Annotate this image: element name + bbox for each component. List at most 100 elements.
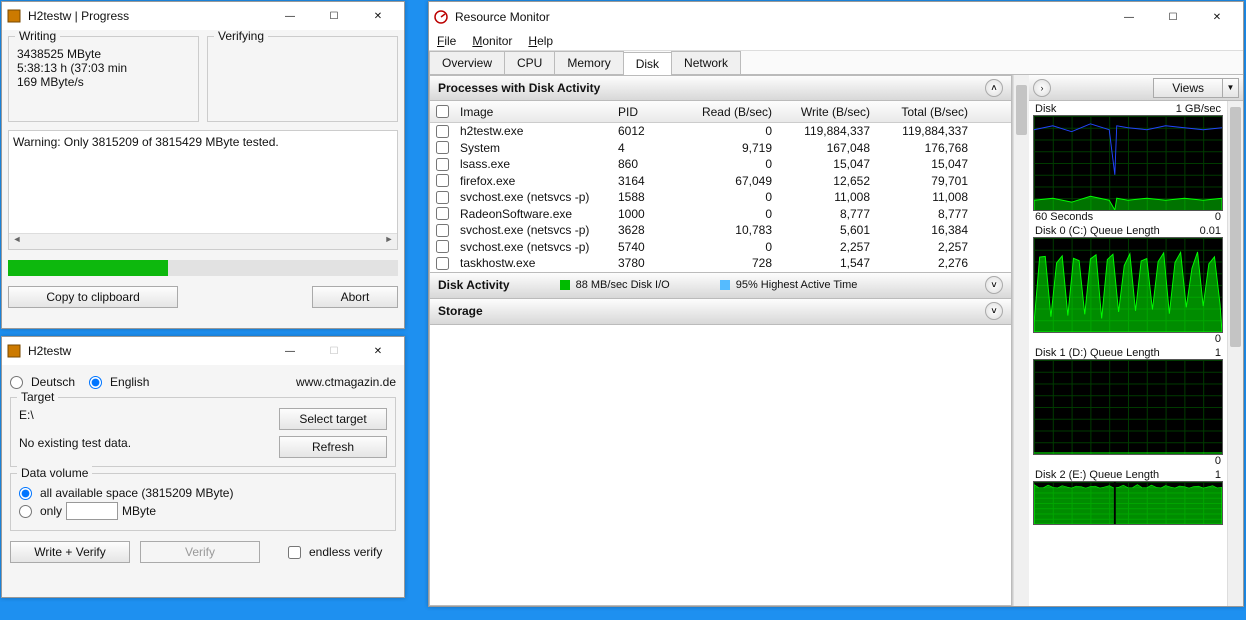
minimize-button[interactable]: — bbox=[1107, 3, 1151, 31]
table-row[interactable]: svchost.exe (netsvcs -p)362810,7835,6011… bbox=[430, 222, 1011, 239]
storage-panel-body bbox=[429, 325, 1012, 607]
cell-image: firefox.exe bbox=[454, 174, 612, 188]
chart-label: Disk bbox=[1035, 103, 1056, 115]
progress-window: H2testw | Progress — ☐ ✕ Writing 3438525… bbox=[1, 1, 405, 329]
res-titlebar[interactable]: Resource Monitor — ☐ ✕ bbox=[429, 2, 1243, 32]
cell-pid: 6012 bbox=[612, 124, 680, 138]
close-button[interactable]: ✕ bbox=[1195, 3, 1239, 31]
storage-panel-header[interactable]: Storage ˅ bbox=[429, 299, 1012, 325]
chart: Disk 1 (D:) Queue Length10 bbox=[1033, 347, 1223, 467]
chevron-right-icon[interactable]: › bbox=[1033, 79, 1051, 97]
close-button[interactable]: ✕ bbox=[356, 337, 400, 365]
cell-total: 79,701 bbox=[876, 174, 974, 188]
close-button[interactable]: ✕ bbox=[356, 2, 400, 30]
website-link[interactable]: www.ctmagazin.de bbox=[296, 375, 396, 389]
maximize-button[interactable]: ☐ bbox=[312, 2, 356, 30]
lang-deutsch-radio[interactable]: Deutsch bbox=[10, 375, 75, 389]
endless-verify-checkbox[interactable]: endless verify bbox=[288, 545, 382, 559]
legend-io-label: 88 MB/sec Disk I/O bbox=[576, 279, 670, 291]
cell-total: 176,768 bbox=[876, 141, 974, 155]
horizontal-scrollbar[interactable]: ◄ ► bbox=[9, 233, 397, 249]
minimize-button[interactable]: — bbox=[268, 2, 312, 30]
cell-pid: 5740 bbox=[612, 240, 680, 254]
maximize-button[interactable]: ☐ bbox=[1151, 3, 1195, 31]
target-group: Target E:\ No existing test data. Select… bbox=[10, 397, 396, 467]
abort-button[interactable]: Abort bbox=[312, 286, 398, 308]
row-checkbox[interactable] bbox=[436, 207, 449, 220]
cell-pid: 1588 bbox=[612, 190, 680, 204]
scroll-left-icon[interactable]: ◄ bbox=[9, 234, 25, 249]
res-title: Resource Monitor bbox=[455, 10, 1107, 24]
cell-image: RadeonSoftware.exe bbox=[454, 207, 612, 221]
cell-pid: 3628 bbox=[612, 223, 680, 237]
side-scrollbar[interactable] bbox=[1227, 101, 1243, 606]
table-row[interactable]: RadeonSoftware.exe100008,7778,777 bbox=[430, 206, 1011, 223]
row-checkbox[interactable] bbox=[436, 224, 449, 237]
chart: Disk1 GB/sec60 Seconds0 bbox=[1033, 103, 1223, 223]
scrollbar-thumb[interactable] bbox=[1016, 85, 1027, 135]
col-total[interactable]: Total (B/sec) bbox=[876, 105, 974, 119]
writing-mbyte: 3438525 MByte bbox=[17, 47, 190, 61]
row-checkbox[interactable] bbox=[436, 191, 449, 204]
vertical-scrollbar[interactable] bbox=[1013, 75, 1029, 606]
tab-memory[interactable]: Memory bbox=[554, 51, 623, 74]
tab-disk[interactable]: Disk bbox=[623, 52, 672, 75]
table-row[interactable]: svchost.exe (netsvcs -p)574002,2572,257 bbox=[430, 239, 1011, 256]
select-all-checkbox[interactable] bbox=[436, 105, 449, 118]
row-checkbox[interactable] bbox=[436, 158, 449, 171]
views-dropdown-icon[interactable]: ▼ bbox=[1223, 78, 1239, 98]
lang-english-radio[interactable]: English bbox=[89, 375, 149, 389]
disk-activity-panel-header[interactable]: Disk Activity 88 MB/sec Disk I/O 95% Hig… bbox=[429, 273, 1012, 299]
row-checkbox[interactable] bbox=[436, 141, 449, 154]
chevron-down-icon[interactable]: ˅ bbox=[985, 302, 1003, 320]
chevron-down-icon[interactable]: ˅ bbox=[985, 276, 1003, 294]
chart-canvas bbox=[1033, 115, 1223, 211]
verify-button[interactable]: Verify bbox=[140, 541, 260, 563]
table-row[interactable]: lsass.exe860015,04715,047 bbox=[430, 156, 1011, 173]
h2testw-titlebar[interactable]: H2testw — ☐ ✕ bbox=[2, 337, 404, 365]
menu-monitor[interactable]: Monitor bbox=[472, 34, 512, 48]
views-button[interactable]: Views bbox=[1153, 78, 1223, 98]
copy-clipboard-button[interactable]: Copy to clipboard bbox=[8, 286, 178, 308]
progress-titlebar[interactable]: H2testw | Progress — ☐ ✕ bbox=[2, 2, 404, 30]
dv-all-radio[interactable]: all available space (3815209 MByte) bbox=[19, 486, 387, 500]
row-checkbox[interactable] bbox=[436, 174, 449, 187]
target-no-data: No existing test data. bbox=[19, 436, 279, 450]
col-image[interactable]: Image bbox=[454, 105, 612, 119]
col-pid[interactable]: PID bbox=[612, 105, 680, 119]
chart: Disk 0 (C:) Queue Length0.010 bbox=[1033, 225, 1223, 345]
maximize-button[interactable]: ☐ bbox=[312, 337, 356, 365]
dv-only-input[interactable] bbox=[66, 502, 118, 520]
table-row[interactable]: svchost.exe (netsvcs -p)1588011,00811,00… bbox=[430, 189, 1011, 206]
cell-pid: 1000 bbox=[612, 207, 680, 221]
cell-write: 12,652 bbox=[778, 174, 876, 188]
row-checkbox[interactable] bbox=[436, 240, 449, 253]
processes-panel-header[interactable]: Processes with Disk Activity ˄ bbox=[429, 75, 1012, 101]
refresh-button[interactable]: Refresh bbox=[279, 436, 387, 458]
col-read[interactable]: Read (B/sec) bbox=[680, 105, 778, 119]
chart-foot-left: 60 Seconds bbox=[1035, 211, 1093, 223]
tab-cpu[interactable]: CPU bbox=[504, 51, 555, 74]
row-checkbox[interactable] bbox=[436, 125, 449, 138]
cell-image: svchost.exe (netsvcs -p) bbox=[454, 223, 612, 237]
select-target-button[interactable]: Select target bbox=[279, 408, 387, 430]
row-checkbox[interactable] bbox=[436, 257, 449, 270]
minimize-button[interactable]: — bbox=[268, 337, 312, 365]
tab-overview[interactable]: Overview bbox=[429, 51, 505, 74]
writing-time: 5:38:13 h (37:03 min bbox=[17, 61, 190, 75]
scroll-right-icon[interactable]: ► bbox=[381, 234, 397, 249]
tab-network[interactable]: Network bbox=[671, 51, 741, 74]
col-write[interactable]: Write (B/sec) bbox=[778, 105, 876, 119]
table-row[interactable]: taskhostw.exe37807281,5472,276 bbox=[430, 255, 1011, 272]
target-label: Target bbox=[17, 390, 58, 404]
chevron-up-icon[interactable]: ˄ bbox=[985, 79, 1003, 97]
scrollbar-thumb[interactable] bbox=[1230, 107, 1241, 347]
menu-help[interactable]: Help bbox=[528, 34, 553, 48]
table-row[interactable]: firefox.exe316467,04912,65279,701 bbox=[430, 173, 1011, 190]
write-verify-button[interactable]: Write + Verify bbox=[10, 541, 130, 563]
table-row[interactable]: System49,719167,048176,768 bbox=[430, 140, 1011, 157]
table-row[interactable]: h2testw.exe60120119,884,337119,884,337 bbox=[430, 123, 1011, 140]
menu-file[interactable]: File bbox=[437, 34, 456, 48]
cell-read: 728 bbox=[680, 256, 778, 270]
dv-only-radio[interactable]: only MByte bbox=[19, 502, 387, 520]
